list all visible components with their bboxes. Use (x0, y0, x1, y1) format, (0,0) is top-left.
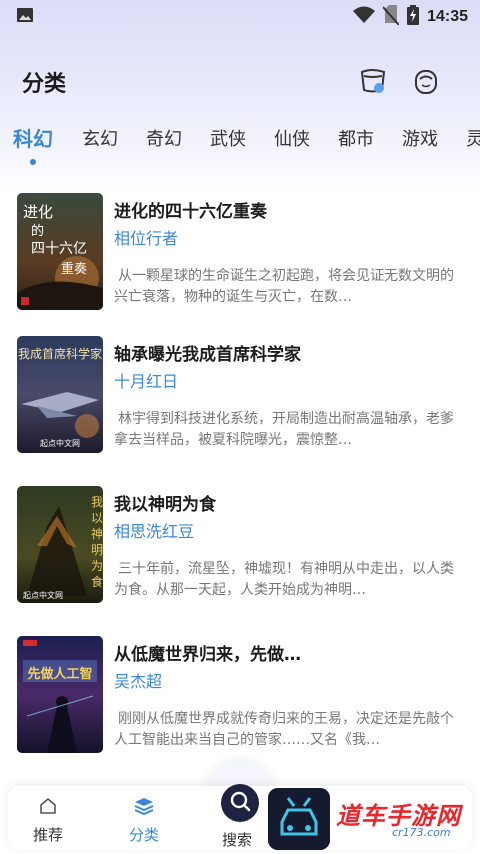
book-description: 三十年前，流星坠，神墟现！有神明从中走出，以人类为食。从那一天起，人类开始成为神… (114, 561, 454, 598)
tab-灵[interactable]: 灵 (466, 128, 480, 158)
nav-item-category[interactable]: 分类 (114, 796, 174, 845)
active-tab-indicator (30, 159, 36, 165)
book-title: 从低魔世界归来，先做… (114, 645, 301, 665)
search-icon (229, 790, 251, 816)
book-title: 我以神明为食 (114, 495, 216, 515)
tab-玄幻[interactable]: 玄幻 (82, 128, 118, 158)
wifi-icon (353, 6, 376, 28)
tab-科幻[interactable]: 科幻 (13, 127, 53, 165)
book-author[interactable]: 吴杰超 (114, 668, 162, 692)
book-description: 从一颗星球的生命诞生之初起跑，将会见证无数文明的兴亡衰落，物种的诞生与灭亡，在数… (114, 268, 454, 305)
search-button[interactable] (221, 784, 259, 822)
book-description: 林宇得到科技进化系统，开局制造出耐高温轴承，老爹拿去当样品，被夏科院曝光，震惊整… (114, 411, 454, 448)
svg-text:四十六亿: 四十六亿 (31, 241, 87, 257)
status-time: 14:35 (427, 8, 468, 25)
svg-text:我: 我 (91, 495, 103, 509)
svg-text:进化: 进化 (23, 203, 53, 221)
status-bar: 14:35 (0, 0, 480, 34)
image-icon (16, 6, 34, 28)
tab-武侠[interactable]: 武侠 (210, 128, 246, 158)
svg-text:我成首席科学家: 我成首席科学家 (18, 346, 102, 361)
no-sim-icon (382, 5, 400, 29)
customer-service-icon[interactable] (411, 66, 441, 96)
book-title: 轴承曝光我成首席科学家 (114, 345, 301, 365)
book-description: 刚刚从低魔世界成就传奇归来的王易，决定还是先敲个人工智能出来当自己的管家……又名… (114, 711, 454, 748)
header: 分类 (0, 58, 480, 106)
book-author[interactable]: 十月红日 (114, 368, 178, 392)
home-icon (38, 798, 58, 820)
svg-text:先做人工智: 先做人工智 (27, 666, 92, 682)
svg-text:为: 为 (91, 559, 103, 573)
book-title: 进化的四十六亿重奏 (114, 202, 267, 222)
nav-label: 分类 (128, 826, 159, 844)
tab-label: 科幻 (13, 127, 53, 151)
tab-label: 武侠 (210, 129, 246, 150)
watermark-subtext: cr173.com (392, 826, 451, 839)
nav-item-recommend[interactable]: 推荐 (18, 796, 78, 845)
book-cover[interactable]: 我成首席科学家 起点中文网 (17, 336, 103, 453)
tab-label: 仙侠 (274, 129, 310, 150)
book-item[interactable]: 我 以 神 明 为 食 起点中文网 我以神明为食 相思洗红豆 三十年前，流星坠，… (0, 486, 480, 616)
tab-label: 玄幻 (82, 129, 118, 150)
book-author[interactable]: 相思洗红豆 (114, 518, 194, 542)
book-item[interactable]: 进化 的 四十六亿 重奏 进化的四十六亿重奏 相位行者 从一颗星球的生命诞生之初… (0, 193, 480, 323)
tab-奇幻[interactable]: 奇幻 (146, 128, 182, 158)
tab-游戏[interactable]: 游戏 (402, 128, 438, 158)
svg-text:明: 明 (91, 543, 103, 557)
category-tabs: 科幻 玄幻 奇幻 武侠 仙侠 都市 游戏 灵 (0, 122, 480, 166)
tab-label: 奇幻 (146, 129, 182, 150)
layers-icon (133, 798, 155, 820)
tab-仙侠[interactable]: 仙侠 (274, 128, 310, 158)
svg-text:以: 以 (91, 511, 103, 525)
svg-text:神: 神 (91, 527, 103, 541)
nav-label: 推荐 (32, 826, 63, 844)
tab-label: 都市 (338, 129, 374, 150)
svg-text:起点中文网: 起点中文网 (40, 438, 80, 448)
book-cover[interactable]: 我 以 神 明 为 食 起点中文网 (17, 486, 103, 603)
svg-text:起点中文网: 起点中文网 (23, 590, 63, 600)
book-item[interactable]: 先做人工智 从低魔世界归来，先做… 吴杰超 刚刚从低魔世界成就传奇归来的王易，决… (0, 636, 480, 766)
book-cover[interactable]: 进化 的 四十六亿 重奏 (17, 193, 103, 310)
tab-都市[interactable]: 都市 (338, 128, 374, 158)
svg-text:食: 食 (91, 574, 103, 589)
page-title: 分类 (22, 72, 67, 97)
book-item[interactable]: 我成首席科学家 起点中文网 轴承曝光我成首席科学家 十月红日 林宇得到科技进化系… (0, 336, 480, 466)
book-cover[interactable]: 先做人工智 (17, 636, 103, 753)
tab-label: 灵 (466, 129, 480, 150)
watermark-logo (268, 788, 330, 850)
tab-label: 游戏 (402, 129, 438, 150)
book-author[interactable]: 相位行者 (114, 225, 178, 249)
svg-text:重奏: 重奏 (61, 261, 87, 277)
search-label: 搜索 (222, 831, 253, 849)
battery-charging-icon (407, 5, 420, 29)
bookshelf-icon[interactable] (358, 66, 388, 96)
svg-text:的: 的 (31, 223, 44, 239)
